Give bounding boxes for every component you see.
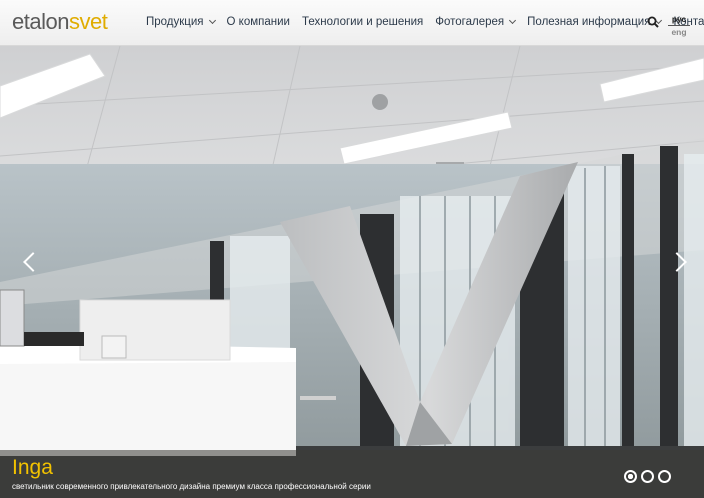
slide-subtitle: светильник современного привлекательного… — [12, 482, 371, 491]
chevron-down-icon — [208, 16, 216, 24]
nav-item-label: Фотогалерея — [435, 16, 505, 28]
nav-item-technologies[interactable]: Технологии и решения — [302, 16, 423, 28]
lang-en[interactable]: eng — [668, 26, 690, 38]
slider-pagination — [624, 470, 671, 483]
nav-item-gallery[interactable]: Фотогалерея — [435, 16, 517, 28]
search-icon[interactable] — [647, 16, 659, 28]
logo-text-svet: svet — [68, 9, 108, 34]
nav-item-label: Продукция — [146, 16, 204, 28]
nav-item-useful-info[interactable]: Полезная информация — [527, 16, 663, 28]
nav-item-about[interactable]: О компании — [227, 16, 290, 28]
language-switcher: рус eng — [668, 13, 690, 38]
logo[interactable]: etalon svet — [12, 8, 108, 36]
slider-dot-1[interactable] — [624, 470, 637, 483]
site-header: etalon svet Продукция О компании Техноло… — [0, 0, 704, 46]
slider-dot-2[interactable] — [641, 470, 654, 483]
chevron-down-icon — [509, 16, 517, 24]
nav-item-label: О компании — [226, 16, 290, 28]
main-nav: Продукция О компании Технологии и решени… — [146, 16, 704, 28]
nav-item-label: Технологии и решения — [301, 16, 424, 28]
slide-image — [0, 46, 704, 498]
logo-text-etalon: etalon — [12, 9, 69, 34]
nav-item-products[interactable]: Продукция — [146, 16, 216, 28]
nav-item-label: Полезная информация — [527, 16, 651, 28]
slider-dot-3[interactable] — [658, 470, 671, 483]
slide-caption: Inga светильник современного привлекател… — [0, 450, 704, 498]
lang-ru[interactable]: рус — [668, 13, 690, 26]
slide-title: Inga — [12, 456, 53, 479]
hero-slider: Inga светильник современного привлекател… — [0, 46, 704, 498]
